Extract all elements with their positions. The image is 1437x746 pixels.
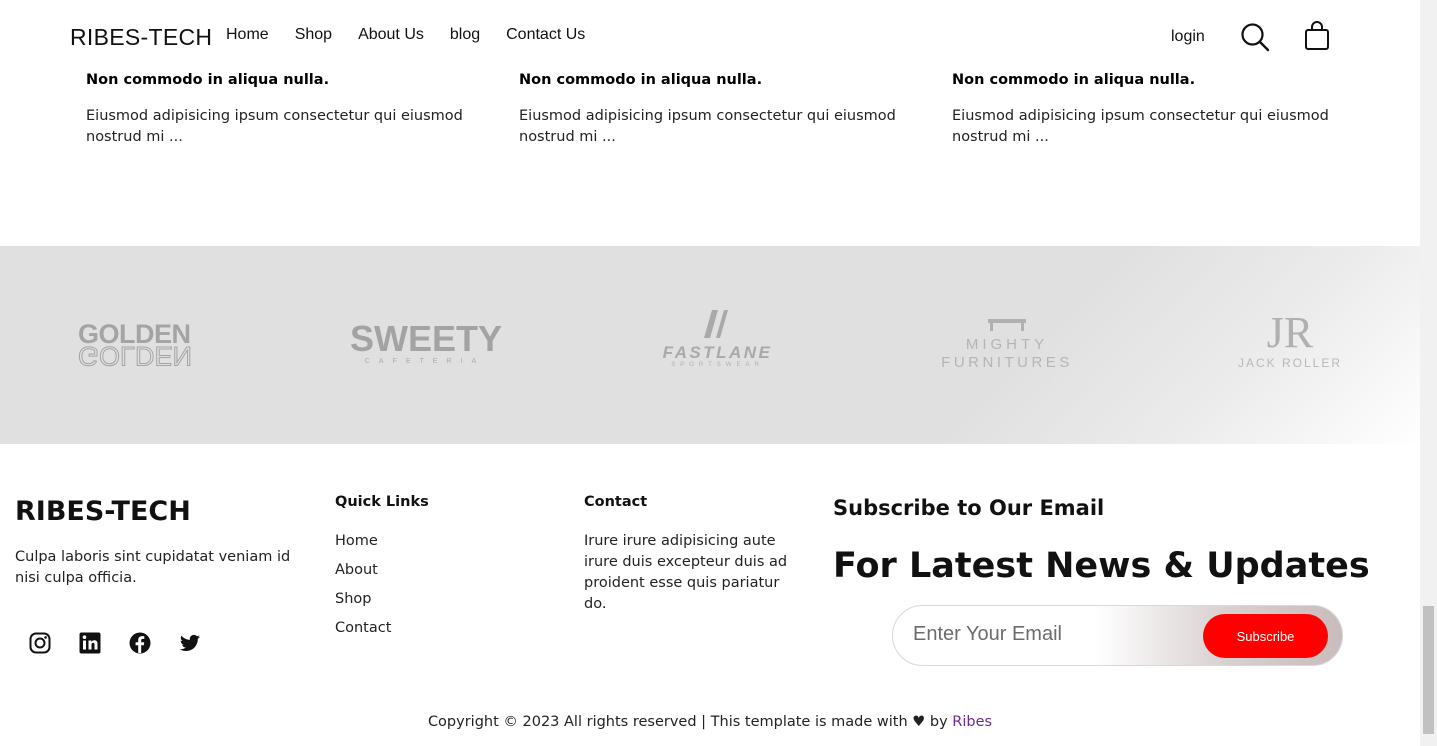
footer-description: Culpa laboris sint cupidatat veniam id n… xyxy=(15,549,291,586)
bench-icon xyxy=(988,319,1026,331)
main-nav: Home Shop About Us blog Contact Us xyxy=(226,26,611,44)
blog-card-excerpt: Eiusmod adipisicing ipsum consectetur qu… xyxy=(952,108,1329,145)
blog-card-excerpt: Eiusmod adipisicing ipsum consectetur qu… xyxy=(519,108,896,145)
blog-card[interactable]: Non commodo in aliqua nulla. Eiusmod adi… xyxy=(519,72,919,148)
contact-title: Contact xyxy=(584,494,648,510)
brand-logo-jack-roller: JR JACK ROLLER xyxy=(1237,308,1343,371)
quick-links-list: Home About Shop Contact xyxy=(335,531,391,647)
subscribe-headline: For Latest News & Updates xyxy=(833,546,1370,586)
subscribe-title: Subscribe to Our Email xyxy=(833,496,1105,520)
blog-card-title[interactable]: Non commodo in aliqua nulla. xyxy=(86,72,486,88)
shopping-bag-icon[interactable] xyxy=(1303,21,1331,51)
quick-links-title: Quick Links xyxy=(335,494,429,510)
login-link[interactable]: login xyxy=(1171,28,1205,46)
nav-about-us[interactable]: About Us xyxy=(358,26,424,44)
site-header: RIBES-TECH Home Shop About Us blog Conta… xyxy=(0,0,1420,70)
site-logo[interactable]: RIBES-TECH xyxy=(70,24,212,51)
quick-link-home[interactable]: Home xyxy=(335,531,391,560)
quick-link-about[interactable]: About xyxy=(335,560,391,589)
brand-logo-golden: GOLDEN GOLDEN xyxy=(78,319,193,372)
linkedin-icon[interactable] xyxy=(78,631,102,655)
brand-logos-band: GOLDEN GOLDEN SWEETY CAFETERIA FASTLANE … xyxy=(0,246,1420,444)
quick-link-contact[interactable]: Contact xyxy=(335,618,391,647)
nav-home[interactable]: Home xyxy=(226,26,269,44)
nav-contact-us[interactable]: Contact Us xyxy=(506,26,585,44)
blog-card-title[interactable]: Non commodo in aliqua nulla. xyxy=(952,72,1352,88)
fastlane-mark-icon xyxy=(703,310,728,338)
copyright: Copyright © 2023 All rights reserved | T… xyxy=(0,714,1420,730)
nav-blog[interactable]: blog xyxy=(450,26,480,44)
brand-logo-mighty: MIGHTY FURNITURES xyxy=(932,316,1082,372)
blog-card-excerpt: Eiusmod adipisicing ipsum consectetur qu… xyxy=(86,108,463,145)
blog-card[interactable]: Non commodo in aliqua nulla. Eiusmod adi… xyxy=(86,72,486,148)
subscribe-button[interactable]: Subscribe xyxy=(1203,614,1328,658)
nav-shop[interactable]: Shop xyxy=(295,26,332,44)
author-link[interactable]: Ribes xyxy=(952,714,992,730)
twitter-icon[interactable] xyxy=(178,631,202,655)
footer-brand: RIBES-TECH xyxy=(15,496,191,527)
subscribe-form: Subscribe xyxy=(892,605,1343,666)
search-icon[interactable] xyxy=(1240,22,1270,52)
blog-card[interactable]: Non commodo in aliqua nulla. Eiusmod adi… xyxy=(952,72,1352,148)
blog-card-title[interactable]: Non commodo in aliqua nulla. xyxy=(519,72,919,88)
brand-logo-fastlane: FASTLANE SPORTSWEAR xyxy=(655,308,780,368)
brand-logo-sweety: SWEETY CAFETERIA xyxy=(350,318,503,366)
email-input[interactable] xyxy=(913,623,1173,646)
contact-text: Irure irure adipisicing aute irure duis … xyxy=(584,533,788,612)
facebook-icon[interactable] xyxy=(128,631,152,655)
quick-link-shop[interactable]: Shop xyxy=(335,589,391,618)
brand-logo-golden-mirror: GOLDEN xyxy=(78,341,193,372)
social-links xyxy=(28,631,228,655)
page-scrollbar[interactable] xyxy=(1420,0,1437,746)
copyright-text: Copyright © 2023 All rights reserved | T… xyxy=(427,714,948,730)
instagram-icon[interactable] xyxy=(28,631,52,655)
scrollbar-thumb[interactable] xyxy=(1423,606,1434,734)
